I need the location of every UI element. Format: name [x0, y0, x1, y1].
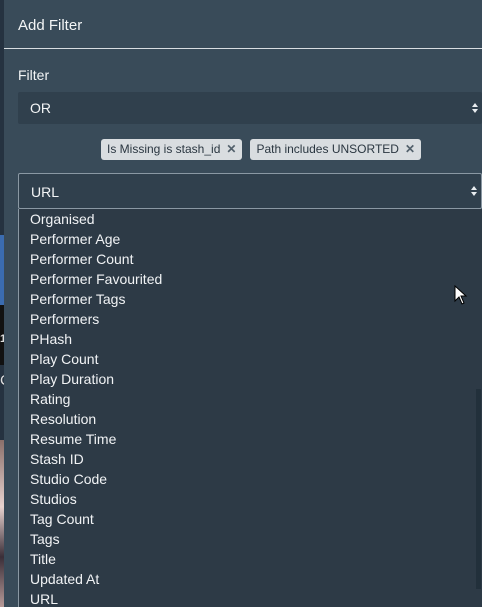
dropdown-option[interactable]: Studio Code	[19, 469, 482, 489]
dropdown-option[interactable]: Resolution	[19, 409, 482, 429]
criterion-chip[interactable]: Path includes UNSORTED ✕	[250, 139, 421, 160]
select-arrows-icon	[470, 92, 480, 124]
dropdown-option[interactable]: Title	[19, 549, 482, 569]
dropdown-option[interactable]: Updated At	[19, 569, 482, 589]
chip-label: Is Missing is stash_id	[107, 142, 221, 156]
dropdown-option[interactable]: Resume Time	[19, 429, 482, 449]
dropdown-option[interactable]: Performers	[19, 309, 482, 329]
dropdown-option[interactable]: Rating	[19, 389, 482, 409]
dropdown-option[interactable]: Organised	[19, 209, 482, 229]
scrollbar-thumb[interactable]	[476, 389, 481, 589]
add-filter-modal: Add Filter Filter OR Is Missing is stash…	[4, 0, 482, 607]
dropdown-scrollbar[interactable]	[474, 209, 482, 607]
filter-operator-value: OR	[30, 100, 51, 116]
modal-title: Add Filter	[18, 17, 83, 34]
close-icon[interactable]: ✕	[405, 139, 415, 160]
dropdown-option[interactable]: Studios	[19, 489, 482, 509]
dropdown-option[interactable]: Performer Favourited	[19, 269, 482, 289]
dropdown-option[interactable]: URL	[19, 589, 482, 607]
dropdown-option[interactable]: Tags	[19, 529, 482, 549]
dropdown-option[interactable]: Tag Count	[19, 509, 482, 529]
dropdown-option[interactable]: Performer Count	[19, 249, 482, 269]
criterion-dropdown-list[interactable]: Organised Performer Age Performer Count …	[18, 209, 482, 607]
select-arrows-icon	[469, 174, 479, 208]
dropdown-option[interactable]: Performer Age	[19, 229, 482, 249]
filter-operator-select[interactable]: OR	[18, 92, 482, 124]
close-icon[interactable]: ✕	[226, 139, 236, 160]
criterion-select[interactable]: URL	[18, 173, 482, 209]
mouse-cursor-icon	[454, 285, 468, 305]
modal-header: Add Filter	[4, 0, 482, 49]
dropdown-option[interactable]: Play Count	[19, 349, 482, 369]
criteria-chips: Is Missing is stash_id ✕ Path includes U…	[101, 139, 421, 160]
chip-label: Path includes UNSORTED	[256, 142, 399, 156]
dropdown-option[interactable]: PHash	[19, 329, 482, 349]
criterion-chip[interactable]: Is Missing is stash_id ✕	[101, 139, 243, 160]
criterion-value: URL	[31, 184, 60, 200]
dropdown-option[interactable]: Performer Tags	[19, 289, 482, 309]
dropdown-option[interactable]: Play Duration	[19, 369, 482, 389]
filter-label: Filter	[18, 67, 50, 83]
dropdown-option[interactable]: Stash ID	[19, 449, 482, 469]
